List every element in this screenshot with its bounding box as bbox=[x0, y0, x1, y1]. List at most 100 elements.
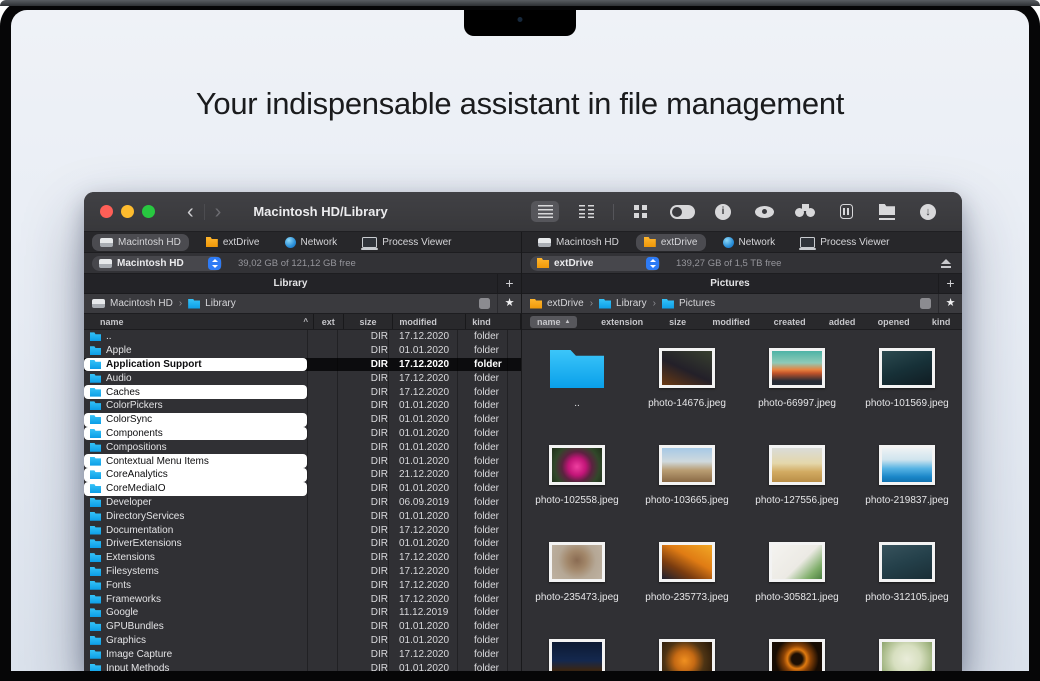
grid-item[interactable]: photo-102558.jpeg bbox=[522, 435, 632, 532]
grid-item[interactable] bbox=[522, 629, 632, 671]
list-row[interactable]: GoogleDIR11.12.2019folder bbox=[84, 606, 521, 620]
file-size-cell: DIR bbox=[337, 661, 393, 671]
tab-extdrive[interactable]: extDrive bbox=[636, 234, 706, 251]
close-button[interactable] bbox=[100, 205, 113, 218]
drive-selector[interactable]: extDrive bbox=[530, 256, 660, 271]
column-header-kind[interactable]: kind bbox=[920, 317, 962, 327]
view-list-icon[interactable] bbox=[531, 201, 559, 222]
tab-macintosh-hd[interactable]: Macintosh HD bbox=[530, 234, 627, 251]
list-row[interactable]: Application SupportDIR17.12.2020folder bbox=[84, 358, 521, 372]
column-header-size[interactable]: size bbox=[343, 314, 393, 329]
list-row[interactable]: CoreMediaIODIR01.01.2020folder bbox=[84, 482, 521, 496]
grid-item[interactable] bbox=[852, 629, 962, 671]
eject-button[interactable] bbox=[940, 258, 952, 269]
tab-network[interactable]: Network bbox=[277, 234, 346, 251]
list-row[interactable]: ExtensionsDIR17.12.2020folder bbox=[84, 551, 521, 565]
grid-item[interactable]: .. bbox=[522, 338, 632, 435]
right-drive-row: extDrive139,27 GB of 1,5 TB free bbox=[522, 253, 962, 274]
zoom-button[interactable] bbox=[142, 205, 155, 218]
column-header-name[interactable]: name^ bbox=[84, 314, 313, 329]
view-brief-icon[interactable] bbox=[572, 201, 600, 222]
list-row[interactable]: ComponentsDIR01.01.2020folder bbox=[84, 427, 521, 441]
file-kind-cell: folder bbox=[468, 427, 521, 441]
breadcrumb-item-library[interactable]: Library bbox=[599, 298, 647, 309]
list-row[interactable]: GPUBundlesDIR01.01.2020folder bbox=[84, 620, 521, 634]
column-header-extension[interactable]: extension bbox=[589, 317, 654, 327]
favorite-star-button[interactable]: ★ bbox=[938, 294, 962, 313]
column-header-added[interactable]: added bbox=[817, 317, 867, 327]
list-row[interactable]: FontsDIR17.12.2020folder bbox=[84, 578, 521, 592]
image-thumbnail bbox=[659, 542, 715, 582]
column-header-name[interactable]: name▲ bbox=[530, 316, 577, 328]
tab-macintosh-hd[interactable]: Macintosh HD bbox=[92, 234, 189, 251]
column-header-size[interactable]: size bbox=[655, 317, 701, 327]
tab-process-viewer[interactable]: Process Viewer bbox=[354, 234, 459, 251]
list-row[interactable]: ColorSyncDIR01.01.2020folder bbox=[84, 413, 521, 427]
list-row[interactable]: AudioDIR17.12.2020folder bbox=[84, 371, 521, 385]
grid-item[interactable]: photo-103665.jpeg bbox=[632, 435, 742, 532]
queue-icon[interactable] bbox=[832, 201, 860, 222]
panel-toggle-icon[interactable] bbox=[668, 201, 696, 222]
grid-item[interactable]: photo-312105.jpeg bbox=[852, 532, 962, 629]
list-row[interactable]: Contextual Menu ItemsDIR01.01.2020folder bbox=[84, 454, 521, 468]
search-binoculars-icon[interactable] bbox=[791, 201, 819, 222]
view-thumbs-icon[interactable] bbox=[627, 201, 655, 222]
grid-item[interactable]: photo-66997.jpeg bbox=[742, 338, 852, 435]
list-row[interactable]: CachesDIR17.12.2020folder bbox=[84, 385, 521, 399]
grid-item[interactable]: photo-305821.jpeg bbox=[742, 532, 852, 629]
grid-item[interactable]: photo-235773.jpeg bbox=[632, 532, 742, 629]
list-row[interactable]: DirectoryServicesDIR01.01.2020folder bbox=[84, 509, 521, 523]
file-kind-cell: folder bbox=[468, 592, 521, 606]
drive-selector[interactable]: Macintosh HD bbox=[92, 256, 222, 271]
tab-network[interactable]: Network bbox=[715, 234, 784, 251]
column-header-modified[interactable]: modified bbox=[392, 314, 465, 329]
column-header-kind[interactable]: kind bbox=[465, 314, 520, 329]
column-header-modified[interactable]: modified bbox=[700, 317, 761, 327]
minimize-button[interactable] bbox=[121, 205, 134, 218]
list-row[interactable]: CoreAnalyticsDIR21.12.2020folder bbox=[84, 468, 521, 482]
grid-item[interactable]: photo-235473.jpeg bbox=[522, 532, 632, 629]
grid-item[interactable] bbox=[632, 629, 742, 671]
list-row[interactable]: DeveloperDIR06.09.2019folder bbox=[84, 496, 521, 510]
back-button[interactable]: ‹ bbox=[177, 202, 204, 222]
list-row[interactable]: FilesystemsDIR17.12.2020folder bbox=[84, 565, 521, 579]
list-row[interactable]: ..DIR17.12.2020folder bbox=[84, 330, 521, 344]
grid-item[interactable] bbox=[742, 629, 852, 671]
drive-stepper-icon[interactable] bbox=[208, 257, 221, 270]
grid-item[interactable]: photo-14676.jpeg bbox=[632, 338, 742, 435]
list-row[interactable]: DriverExtensionsDIR01.01.2020folder bbox=[84, 537, 521, 551]
add-tab-button[interactable]: + bbox=[497, 274, 521, 293]
favorite-star-button[interactable]: ★ bbox=[497, 294, 521, 313]
list-row[interactable]: AppleDIR01.01.2020folder bbox=[84, 344, 521, 358]
tab-process-viewer[interactable]: Process Viewer bbox=[792, 234, 897, 251]
downloads-icon[interactable] bbox=[914, 201, 942, 222]
list-row[interactable]: Input MethodsDIR01.01.2020folder bbox=[84, 661, 521, 671]
file-ext-cell bbox=[307, 440, 337, 454]
file-name-cell: Developer bbox=[84, 496, 307, 510]
grid-item[interactable]: photo-127556.jpeg bbox=[742, 435, 852, 532]
select-toggle-button[interactable] bbox=[479, 298, 490, 309]
breadcrumb-item-pictures[interactable]: Pictures bbox=[662, 298, 715, 309]
list-row[interactable]: GraphicsDIR01.01.2020folder bbox=[84, 634, 521, 648]
tab-extdrive[interactable]: extDrive bbox=[198, 234, 268, 251]
grid-item[interactable]: photo-219837.jpeg bbox=[852, 435, 962, 532]
preview-eye-icon[interactable] bbox=[750, 201, 778, 222]
list-row[interactable]: Image CaptureDIR17.12.2020folder bbox=[84, 647, 521, 661]
list-row[interactable]: CompositionsDIR01.01.2020folder bbox=[84, 440, 521, 454]
add-tab-button[interactable]: + bbox=[938, 274, 962, 293]
list-row[interactable]: FrameworksDIR17.12.2020folder bbox=[84, 592, 521, 606]
breadcrumb-item-macintosh-hd[interactable]: Macintosh HD bbox=[92, 298, 173, 309]
network-folder-icon[interactable] bbox=[873, 201, 901, 222]
column-header-created[interactable]: created bbox=[762, 317, 817, 327]
grid-item[interactable]: photo-101569.jpeg bbox=[852, 338, 962, 435]
breadcrumb-item-extdrive[interactable]: extDrive bbox=[530, 298, 584, 309]
list-row[interactable]: DocumentationDIR17.12.2020folder bbox=[84, 523, 521, 537]
drive-stepper-icon[interactable] bbox=[646, 257, 659, 270]
forward-button[interactable]: › bbox=[205, 202, 232, 222]
column-header-opened[interactable]: opened bbox=[867, 317, 921, 327]
select-toggle-button[interactable] bbox=[920, 298, 931, 309]
column-header-ext[interactable]: ext bbox=[313, 314, 343, 329]
list-row[interactable]: ColorPickersDIR01.01.2020folder bbox=[84, 399, 521, 413]
info-icon[interactable] bbox=[709, 201, 737, 222]
breadcrumb-item-library[interactable]: Library bbox=[188, 298, 236, 309]
